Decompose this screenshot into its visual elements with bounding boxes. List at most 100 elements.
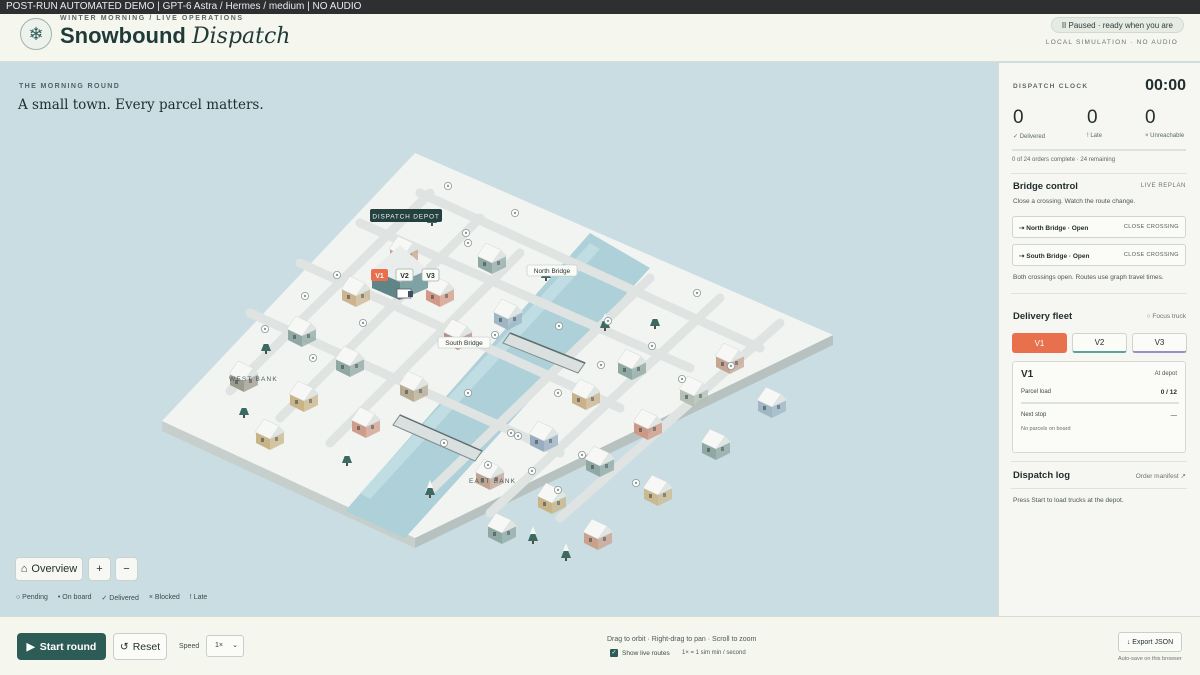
delivery-stop-marker[interactable] <box>604 316 613 325</box>
autosave-note: Auto-save on this browser <box>1118 656 1182 662</box>
header-eyebrow: WINTER MORNING / LIVE OPERATIONS <box>60 15 244 22</box>
orders-summary: 0 of 24 orders complete · 24 remaining <box>1012 157 1116 163</box>
north-bridge-status: ⇢ North Bridge · Open <box>1019 225 1089 232</box>
delivery-stop-marker[interactable] <box>461 228 470 237</box>
town-map[interactable]: DISPATCH DEPOT V1 V2 V3 North Bridge Sou… <box>0 63 998 616</box>
parcel-load-value: 0 / 12 <box>1160 389 1177 396</box>
clock-label: DISPATCH CLOCK <box>1013 83 1089 90</box>
close-north-bridge-button[interactable]: CLOSE CROSSING <box>1124 224 1179 230</box>
delivery-stop-marker[interactable] <box>632 478 641 487</box>
next-stop-label: Next stop <box>1021 412 1047 418</box>
zoom-out-button[interactable]: − <box>115 557 138 581</box>
stat-delivered-value: 0 <box>1013 107 1024 128</box>
delivery-stop-marker[interactable] <box>332 270 341 279</box>
show-live-routes-label: Show live routes <box>622 649 670 657</box>
south-bridge-control[interactable]: ⇢ South Bridge · Open CLOSE CROSSING <box>1012 244 1186 266</box>
app-title-main: Snowbound <box>60 23 186 48</box>
fleet-tab-v3[interactable]: V3 <box>1132 333 1187 353</box>
fleet-tab-v1[interactable]: V1 <box>1012 333 1067 353</box>
delivery-stop-marker[interactable] <box>555 321 564 330</box>
delivery-stop-marker[interactable] <box>463 238 472 247</box>
delivery-stop-marker[interactable] <box>439 438 448 447</box>
map-eyebrow: THE MORNING ROUND <box>19 83 121 90</box>
focus-truck-toggle[interactable]: ○ Focus truck <box>1147 313 1186 320</box>
start-round-label: Start round <box>39 640 97 653</box>
overview-label: Overview <box>31 563 78 575</box>
truck-tag-v2[interactable]: V2 <box>395 268 414 282</box>
reset-button[interactable]: ↺ Reset <box>113 633 167 660</box>
live-replan-badge: LIVE REPLAN <box>1140 183 1186 189</box>
camera-hint: Drag to orbit · Right-drag to pan · Scro… <box>607 636 757 643</box>
speed-label: Speed <box>179 643 200 650</box>
house <box>642 474 673 506</box>
delivery-stop-marker[interactable] <box>554 485 563 494</box>
operations-sidebar: DISPATCH CLOCK 00:00 0 ✓ Delivered 0 ! L… <box>998 63 1200 616</box>
truck-tag-v1[interactable]: V1 <box>371 269 388 281</box>
legend-blocked: × Blocked <box>148 594 180 601</box>
delivery-stop-marker[interactable] <box>597 360 606 369</box>
delivery-stop-marker[interactable] <box>648 341 657 350</box>
status-pill[interactable]: II Paused · ready when you are <box>1050 17 1184 33</box>
delivery-stop-marker[interactable] <box>727 361 736 370</box>
delivery-stop-marker[interactable] <box>483 460 492 469</box>
delivery-stop-marker[interactable] <box>490 330 499 339</box>
simulation-status: LOCAL SIMULATION · NO AUDIO <box>1045 39 1178 46</box>
app-header: ❄ WINTER MORNING / LIVE OPERATIONS Snowb… <box>0 14 1200 62</box>
delivery-stop-marker[interactable] <box>510 208 519 217</box>
depot-label-text: DISPATCH DEPOT <box>372 214 439 221</box>
bridge-note: Both crossings open. Routes use graph tr… <box>1013 274 1164 281</box>
delivery-stop-marker[interactable] <box>578 450 587 459</box>
start-round-button[interactable]: ▶ Start round <box>17 633 106 660</box>
house <box>582 518 613 550</box>
house <box>486 512 517 544</box>
legend-late: ! Late <box>189 594 208 601</box>
delivery-stop-marker[interactable] <box>260 324 269 333</box>
delivery-stop-marker[interactable] <box>308 353 317 362</box>
delivery-stop-marker[interactable] <box>300 291 309 300</box>
divider <box>1011 293 1187 294</box>
stat-unreachable-value: 0 <box>1145 107 1156 128</box>
close-south-bridge-button[interactable]: CLOSE CROSSING <box>1124 252 1179 258</box>
delivery-truck-icon[interactable] <box>396 288 413 299</box>
chevron-down-icon: ⌄ <box>232 642 238 649</box>
delivery-stop-marker[interactable] <box>358 318 367 327</box>
parcel-load-bar <box>1021 402 1179 404</box>
delivery-stop-marker[interactable] <box>463 388 472 397</box>
truck-tag-v1-text: V1 <box>375 273 384 280</box>
focus-truck-label: Focus truck <box>1152 313 1186 320</box>
reset-label: Reset <box>132 640 161 653</box>
speed-select[interactable]: 1× ⌄ <box>206 635 244 657</box>
isometric-town[interactable]: DISPATCH DEPOT V1 V2 V3 North Bridge Sou… <box>0 63 998 616</box>
truck-tag-v3[interactable]: V3 <box>421 268 440 282</box>
truck-id: V1 <box>1021 369 1034 380</box>
legend-pending: ○ Pending <box>16 594 48 601</box>
delivery-stop-marker[interactable] <box>678 374 687 383</box>
app-title-italic: Dispatch <box>191 24 291 49</box>
export-json-button[interactable]: ↓ Export JSON <box>1118 632 1182 652</box>
order-manifest-link[interactable]: Order manifest ↗ <box>1136 472 1186 480</box>
delivery-stop-marker[interactable] <box>443 182 452 191</box>
checkbox-checked-icon[interactable]: ✓ <box>610 649 618 657</box>
truck-note: No parcels on board <box>1021 426 1071 432</box>
fleet-tab-v2[interactable]: V2 <box>1072 333 1127 353</box>
depot-label: DISPATCH DEPOT <box>370 209 442 222</box>
show-live-routes-toggle[interactable]: ✓ Show live routes <box>610 649 670 657</box>
overview-button[interactable]: ⌂ Overview <box>15 557 83 581</box>
sim-rate-note: 1× = 1 sim min / second <box>682 650 746 656</box>
bridge-control-title: Bridge control <box>1013 181 1078 192</box>
zoom-in-button[interactable]: + <box>88 557 111 581</box>
map-headline: A small town. Every parcel matters. <box>18 97 264 113</box>
stat-unreachable: 0 × Unreachable <box>1145 107 1184 139</box>
stat-unreachable-label: × Unreachable <box>1145 133 1185 139</box>
east-bank-label: EAST BANK <box>469 478 516 485</box>
delivery-stop-marker[interactable] <box>554 388 563 397</box>
delivery-stop-marker[interactable] <box>506 428 515 437</box>
delivery-stop-marker[interactable] <box>514 431 523 440</box>
delivery-stop-marker[interactable] <box>528 466 537 475</box>
bridge-control-desc: Close a crossing. Watch the route change… <box>1013 198 1136 205</box>
speed-value: 1× <box>215 642 223 649</box>
orders-progress-bar <box>1012 149 1186 151</box>
north-bridge-control[interactable]: ⇢ North Bridge · Open CLOSE CROSSING <box>1012 216 1186 238</box>
focus-radio-icon: ○ <box>1146 313 1151 320</box>
delivery-stop-marker[interactable] <box>693 288 702 297</box>
